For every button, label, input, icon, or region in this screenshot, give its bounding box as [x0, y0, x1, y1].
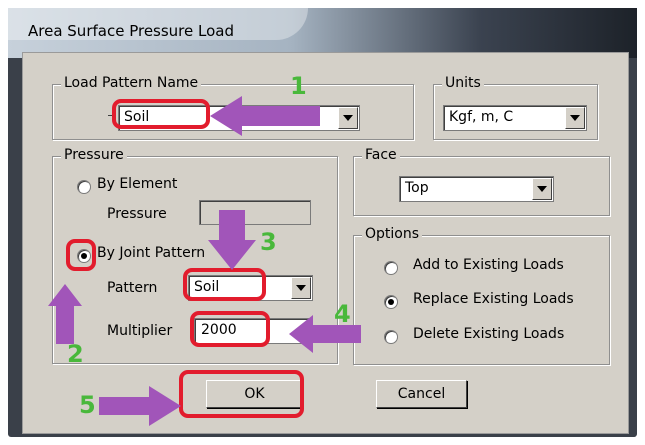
highlight-pattern — [183, 268, 266, 301]
face-group-label: Face — [362, 147, 400, 163]
chevron-down-icon — [570, 115, 580, 121]
by-element-radio[interactable] — [77, 180, 91, 194]
arrow-up-icon — [48, 284, 82, 344]
replace-existing-label: Replace Existing Loads — [413, 291, 574, 307]
pattern-label: Pattern — [107, 280, 158, 296]
highlight-multiplier — [190, 311, 270, 347]
step-4-number: 4 — [334, 300, 351, 328]
arrow-down-icon — [208, 210, 256, 270]
chevron-down-icon — [296, 285, 306, 291]
step-5-number: 5 — [79, 391, 96, 419]
face-select[interactable]: Top — [399, 176, 554, 202]
units-value: Kgf, m, C — [449, 109, 514, 125]
chevron-down-icon — [537, 186, 547, 192]
delete-existing-radio[interactable] — [384, 330, 398, 344]
chevron-down-icon — [343, 115, 353, 121]
highlight-ok — [179, 370, 304, 418]
pressure-label: Pressure — [107, 206, 167, 222]
replace-existing-radio[interactable] — [384, 295, 398, 309]
units-select[interactable]: Kgf, m, C — [443, 105, 587, 131]
arrow-right-icon — [99, 386, 181, 426]
cancel-button[interactable]: Cancel — [376, 380, 467, 408]
by-joint-pattern-label: By Joint Pattern — [97, 245, 206, 261]
window-title: Area Surface Pressure Load — [28, 22, 235, 40]
delete-existing-label: Delete Existing Loads — [413, 326, 565, 342]
title-bar: Area Surface Pressure Load — [8, 8, 637, 58]
load-pattern-dropdown-button[interactable] — [338, 107, 358, 129]
highlight-joint-radio — [66, 239, 96, 271]
multiplier-label: Multiplier — [107, 323, 173, 339]
units-dropdown-button[interactable] — [565, 107, 585, 129]
pressure-group-label: Pressure — [61, 147, 127, 163]
face-dropdown-button[interactable] — [532, 178, 552, 200]
options-group-label: Options — [362, 226, 423, 242]
add-to-existing-label: Add to Existing Loads — [413, 257, 564, 273]
step-3-number: 3 — [260, 228, 277, 256]
load-pattern-group-label: Load Pattern Name — [61, 75, 202, 91]
arrow-left-icon — [210, 96, 320, 136]
highlight-load-pattern — [112, 99, 210, 129]
dialog-window: Area Surface Pressure Load Load Pattern … — [0, 0, 645, 445]
add-to-existing-radio[interactable] — [384, 261, 398, 275]
step-2-number: 2 — [67, 340, 84, 368]
units-group-label: Units — [442, 75, 484, 91]
pattern-dropdown-button[interactable] — [291, 277, 311, 299]
step-1-number: 1 — [290, 72, 307, 100]
by-element-label: By Element — [97, 176, 178, 192]
face-value: Top — [405, 180, 429, 196]
